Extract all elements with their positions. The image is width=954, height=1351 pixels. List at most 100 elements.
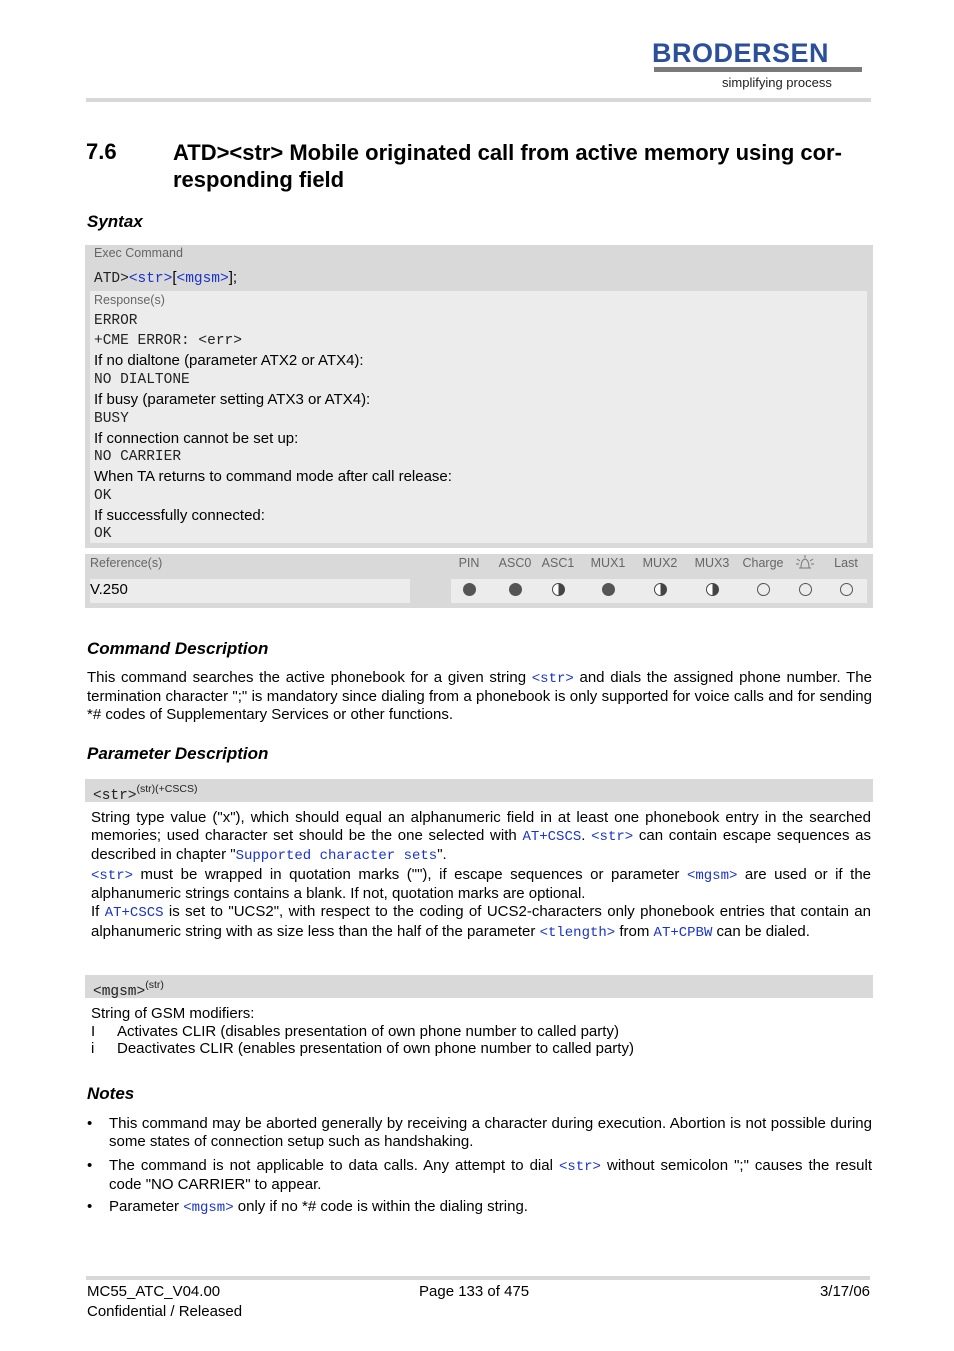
flag-label-asc1: ASC1	[541, 556, 575, 570]
mgsm-link[interactable]: <mgsm>	[183, 1200, 233, 1216]
response-code: OK	[94, 488, 112, 504]
tlength-link[interactable]: <tlength>	[540, 925, 616, 941]
text: .	[581, 826, 592, 844]
at-cscs-link[interactable]: AT+CSCS	[105, 905, 164, 921]
param-str-name: <str>(str)(+CSCS)	[93, 783, 197, 804]
flag-label-charge: Charge	[742, 556, 784, 570]
note-text: Parameter <mgsm> only if no *# code is w…	[109, 1198, 872, 1217]
logo-bar	[654, 67, 862, 72]
mgsm-items: I Activates CLIR (disables presentation o…	[91, 1023, 871, 1058]
mgsm-link[interactable]: <mgsm>	[687, 868, 737, 884]
flag-indicator-full-icon	[463, 583, 476, 596]
flag-label-mux2: MUX2	[642, 556, 678, 570]
str-link[interactable]: <str>	[559, 1159, 601, 1175]
flag-label-mux3: MUX3	[694, 556, 730, 570]
text: ".	[437, 846, 447, 864]
brand-logo: BRODERSEN	[652, 38, 830, 68]
note-item: • The command is not applicable to data …	[87, 1157, 872, 1194]
bullet: •	[87, 1198, 93, 1215]
text: must be wrapped in quotation marks (""),…	[133, 865, 687, 883]
notes-heading: Notes	[87, 1084, 135, 1103]
text: can be dialed.	[712, 922, 810, 940]
footer-status: Confidential / Released	[87, 1303, 243, 1320]
mgsm-key: i	[91, 1040, 95, 1058]
flag-label-pin: PIN	[458, 556, 480, 570]
text: The command is not applicable to data ca…	[109, 1157, 559, 1174]
response-code: ERROR	[94, 313, 138, 329]
flag-indicator-full-icon	[602, 583, 615, 596]
section-number: 7.6	[86, 139, 117, 164]
mgsm-desc: Deactivates CLIR (enables presentation o…	[117, 1040, 634, 1058]
bullet: •	[87, 1115, 93, 1132]
reference-label: Reference(s)	[90, 556, 163, 570]
section-title: ATD><str> Mobile originated call from ac…	[173, 140, 842, 192]
param-mgsm-header: <mgsm>(str)	[85, 975, 873, 1000]
mgsm-key: I	[91, 1022, 96, 1040]
response-condition: When TA returns to command mode after ca…	[94, 468, 452, 485]
flag-label-mux1: MUX1	[590, 556, 626, 570]
header-divider	[86, 98, 871, 102]
note-item: • Parameter <mgsm> only if no *# code is…	[87, 1198, 872, 1217]
str-link[interactable]: <str>	[91, 868, 133, 884]
flag-indicator-half-icon	[706, 583, 719, 596]
response-condition: If successfully connected:	[94, 507, 265, 524]
at-cscs-link[interactable]: AT+CSCS	[522, 829, 581, 845]
mgsm-link[interactable]: <mgsm>	[177, 271, 229, 287]
response-code: +CME ERROR: <err>	[94, 333, 242, 349]
supported-charsets-link[interactable]: Supported character sets	[236, 848, 438, 864]
flag-indicator-empty-icon	[757, 583, 770, 596]
at-cpbw-link[interactable]: AT+CPBW	[654, 925, 713, 941]
footer-doc-id: MC55_ATC_V04.00	[87, 1283, 221, 1300]
str-link[interactable]: <str>	[532, 671, 574, 687]
param-mgsm-name: <mgsm>(str)	[93, 979, 164, 1000]
note-text: This command may be aborted generally by…	[109, 1115, 872, 1150]
exec-command-label: Exec Command	[94, 246, 183, 260]
response-code: BUSY	[94, 411, 129, 427]
flag-indicator-empty-icon	[799, 583, 812, 596]
text: Parameter	[109, 1198, 184, 1215]
footer-page-number: Page 133 of 475	[419, 1283, 530, 1300]
command-prefix: ATD>	[94, 271, 129, 287]
responses-box	[90, 291, 867, 543]
mgsm-item: i Deactivates CLIR (enables presentation …	[91, 1040, 871, 1058]
flag-indicator-full-icon	[509, 583, 522, 596]
mgsm-intro: String of GSM modifiers:	[91, 1005, 255, 1022]
param-name: <str>	[93, 788, 137, 804]
brand-tagline: simplifying process	[722, 75, 832, 90]
bracket-close: ];	[228, 269, 238, 286]
response-condition: If busy (parameter setting ATX3 or ATX4)…	[94, 391, 371, 408]
str-link[interactable]: <str>	[129, 271, 173, 287]
response-code: NO DIALTONE	[94, 372, 190, 388]
param-type: (str)	[145, 979, 164, 991]
footer-divider	[86, 1276, 870, 1280]
note-item: • This command may be aborted generally …	[87, 1115, 872, 1151]
param-str-description: String type value ("x"), which should eq…	[91, 809, 871, 942]
response-condition: If connection cannot be set up:	[94, 430, 299, 447]
parameter-description-heading: Parameter Description	[87, 744, 269, 763]
flag-indicator-half-icon	[654, 583, 667, 596]
text: This command searches the active phonebo…	[87, 669, 532, 686]
flag-indicator-half-icon	[552, 583, 565, 596]
response-code: OK	[94, 526, 112, 542]
command-description-text: This command searches the active phonebo…	[87, 669, 872, 724]
responses-label: Response(s)	[94, 293, 165, 307]
text: only if no *# code is within the dialing…	[233, 1198, 528, 1215]
str-link[interactable]: <str>	[591, 829, 633, 845]
command-description-heading: Command Description	[87, 639, 269, 658]
text: from	[615, 922, 654, 940]
param-mgsm-description: String of GSM modifiers: I Activates CLIR…	[91, 1005, 871, 1058]
param-type: (str)(+CSCS)	[136, 783, 198, 795]
mgsm-desc: Activates CLIR (disables presentation of…	[117, 1022, 619, 1040]
mgsm-item: I Activates CLIR (disables presentation o…	[91, 1023, 871, 1041]
param-str-header: <str>(str)(+CSCS)	[85, 779, 873, 804]
footer-date: 3/17/06	[819, 1283, 870, 1300]
response-condition: If no dialtone (parameter ATX2 or ATX4):	[94, 352, 364, 369]
text: If	[91, 902, 105, 920]
alarm-icon	[795, 555, 815, 576]
bullet: •	[87, 1157, 93, 1174]
param-name: <mgsm>	[93, 984, 146, 1000]
flag-indicator-empty-icon	[840, 583, 853, 596]
syntax-heading: Syntax	[87, 212, 143, 231]
reference-value: V.250	[90, 581, 128, 598]
exec-command: ATD><str>[<mgsm>];	[94, 269, 237, 287]
